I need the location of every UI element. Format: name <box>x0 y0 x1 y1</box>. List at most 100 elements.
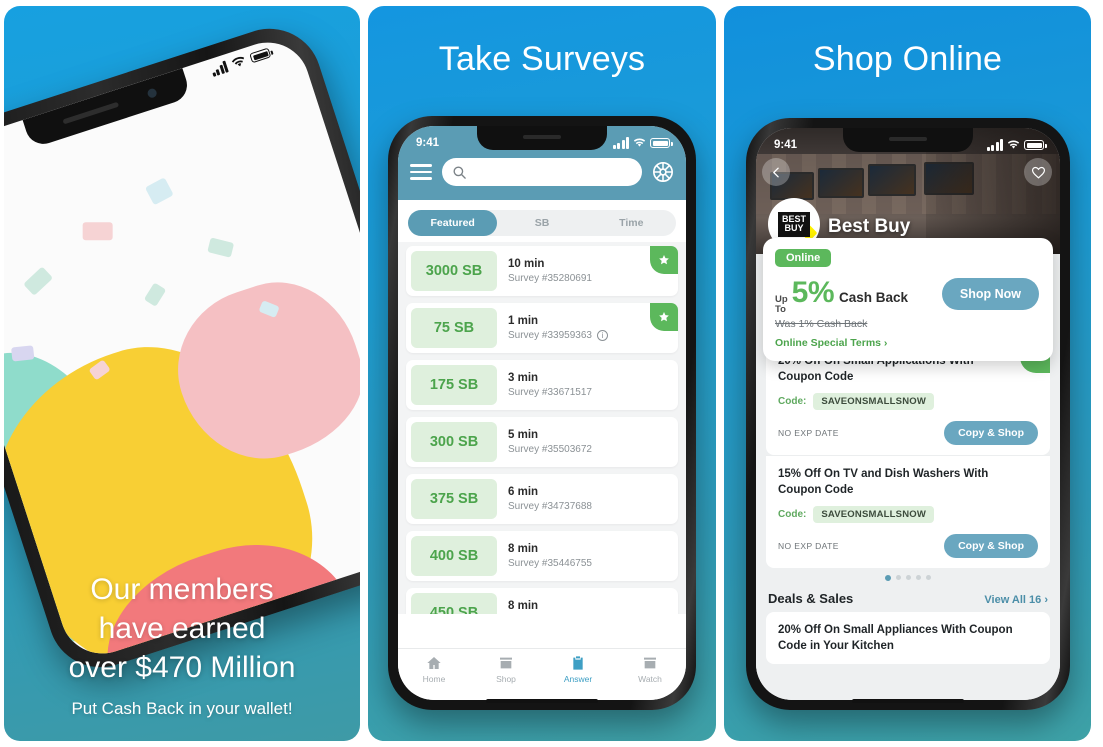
carousel-pagination[interactable] <box>756 568 1060 585</box>
heart-icon <box>1031 166 1045 179</box>
survey-id-row: Survey #35503672 <box>508 444 678 455</box>
survey-row[interactable]: 400 SB 8 min Survey #35446755 <box>406 531 678 581</box>
signal-icon <box>612 137 629 149</box>
wifi-icon <box>1007 140 1020 149</box>
survey-details: 8 min Survey #35446755 <box>502 531 678 581</box>
coupon-card[interactable]: 15% Off On TV and Dish Washers With Coup… <box>766 455 1050 569</box>
clipboard-icon <box>573 656 583 670</box>
copy-and-shop-button[interactable]: Copy & Shop <box>944 534 1038 559</box>
survey-row[interactable]: 175 SB 3 min Survey #33671517 <box>406 360 678 410</box>
panel-title-shop-online: Shop Online <box>812 40 1003 78</box>
battery-icon <box>249 47 272 64</box>
battery-icon <box>650 138 673 148</box>
nav-label: Home <box>422 674 446 684</box>
survey-reward: 400 SB <box>411 536 497 576</box>
back-button[interactable] <box>762 158 790 186</box>
front-camera <box>146 87 158 99</box>
panel-take-surveys: Take Surveys 9:41 Featured SB Time 3000 … <box>368 6 716 741</box>
home-indicator <box>852 699 964 703</box>
tab-featured[interactable]: Featured <box>408 210 498 236</box>
survey-reward: 300 SB <box>411 422 497 462</box>
phone-frame-shop: 9:41 BEST BUY Best Buy 20% Off On Small … <box>746 118 1070 710</box>
tv-display <box>818 168 864 198</box>
search-icon <box>453 166 466 179</box>
copy-and-shop-button[interactable]: Copy & Shop <box>944 421 1038 446</box>
survey-reward: 75 SB <box>411 308 497 348</box>
survey-id: Survey #34737688 <box>508 501 592 512</box>
deal-card[interactable]: 20% Off On Small Appliances With Coupon … <box>766 612 1050 665</box>
pagination-dot[interactable] <box>906 575 911 581</box>
status-icons <box>986 139 1047 151</box>
coupon-code-row: Code: SAVEONSMALLSNOW <box>778 393 1038 411</box>
headline-line-1: Our members <box>90 573 274 606</box>
deal-title: 20% Off On Small Appliances With Coupon … <box>778 624 1013 652</box>
survey-duration: 5 min <box>508 429 539 441</box>
panel-title-take-surveys: Take Surveys <box>438 40 646 78</box>
earpiece-speaker <box>62 101 120 125</box>
survey-id-row: Survey #33959363 i <box>508 330 678 341</box>
info-icon[interactable]: i <box>596 330 608 341</box>
app-toolbar <box>398 156 686 190</box>
survey-row[interactable]: 450 SB 8 min Survey #35591811 <box>406 588 678 614</box>
logo-text-buy: BUY <box>784 223 804 233</box>
featured-star-ribbon <box>650 303 678 331</box>
spin-wheel-icon[interactable] <box>652 161 674 183</box>
favorite-button[interactable] <box>1024 158 1052 186</box>
special-terms-link[interactable]: Online Special Terms › <box>775 337 1041 349</box>
search-input[interactable] <box>442 158 642 186</box>
cash-back-percent: 5% <box>791 276 835 309</box>
chevron-left-icon <box>772 167 779 177</box>
survey-row[interactable]: 300 SB 5 min Survey #35503672 <box>406 417 678 467</box>
panel-members-earned: Our members have earned over $470 Millio… <box>4 6 360 741</box>
coupon-code-label: Code: <box>778 396 807 408</box>
phone-notch <box>477 126 607 150</box>
survey-details: 3 min Survey #33671517 <box>502 360 678 410</box>
shop-now-button[interactable]: Shop Now <box>941 278 1039 310</box>
deals-section-header: Deals & Sales View All 16 › <box>756 585 1060 612</box>
deals-view-all-link[interactable]: View All 16 › <box>984 594 1048 606</box>
survey-id: Survey #33959363 <box>508 330 592 341</box>
survey-row[interactable]: 3000 SB 10 min Survey #35280691 <box>406 246 678 296</box>
survey-id: Survey #35280691 <box>508 273 592 284</box>
nav-item-home[interactable]: Home <box>398 655 470 684</box>
pagination-dot[interactable] <box>885 575 891 582</box>
survey-row[interactable]: 375 SB 6 min Survey #34737688 <box>406 474 678 524</box>
marketing-copy: Our members have earned over $470 Millio… <box>4 570 360 719</box>
survey-row[interactable]: 75 SB 1 min Survey #33959363 i <box>406 303 678 353</box>
headline-line-3: over $470 Million <box>68 651 296 684</box>
star-icon <box>659 255 669 265</box>
survey-list[interactable]: 3000 SB 10 min Survey #35280691 75 SB 1 … <box>398 242 686 614</box>
nav-item-shop[interactable]: Shop <box>470 655 542 684</box>
coupon-code-label: Code: <box>778 509 807 521</box>
panel-shop-online: Shop Online 9:41 BEST BUY Best Buy 20% O… <box>724 6 1091 741</box>
survey-details: 5 min Survey #35503672 <box>502 417 678 467</box>
pagination-dot[interactable] <box>916 575 921 581</box>
phone-notch <box>843 128 973 152</box>
status-time: 9:41 <box>416 137 440 149</box>
sub-headline: Put Cash Back in your wallet! <box>71 699 293 718</box>
survey-id: Survey #33671517 <box>508 387 592 398</box>
nav-item-answer[interactable]: Answer <box>542 655 614 684</box>
pagination-dot[interactable] <box>926 575 931 581</box>
status-time: 9:41 <box>774 139 798 151</box>
coupon-code-row: Code: SAVEONSMALLSNOW <box>778 506 1038 524</box>
battery-icon <box>1024 140 1047 150</box>
signal-icon <box>209 60 229 78</box>
coupon-expiry: NO EXP DATE <box>778 541 839 552</box>
nav-label: Shop <box>496 674 516 684</box>
coupon-code-value: SAVEONSMALLSNOW <box>813 393 935 411</box>
headline-line-2: have earned <box>98 612 266 645</box>
confetti-piece <box>144 177 174 206</box>
featured-star-ribbon <box>650 246 678 274</box>
logo-tag: BEST BUY <box>777 211 810 237</box>
survey-details: 6 min Survey #34737688 <box>502 474 678 524</box>
menu-icon[interactable] <box>410 164 432 180</box>
wifi-icon <box>231 56 245 67</box>
previous-rate: Was 1% Cash Back <box>775 318 868 330</box>
nav-item-watch[interactable]: Watch <box>614 655 686 684</box>
tab-time[interactable]: Time <box>587 210 676 236</box>
tab-sb[interactable]: SB <box>497 210 586 236</box>
nav-label: Answer <box>563 674 593 684</box>
video-icon <box>644 657 656 669</box>
pagination-dot[interactable] <box>896 575 901 581</box>
